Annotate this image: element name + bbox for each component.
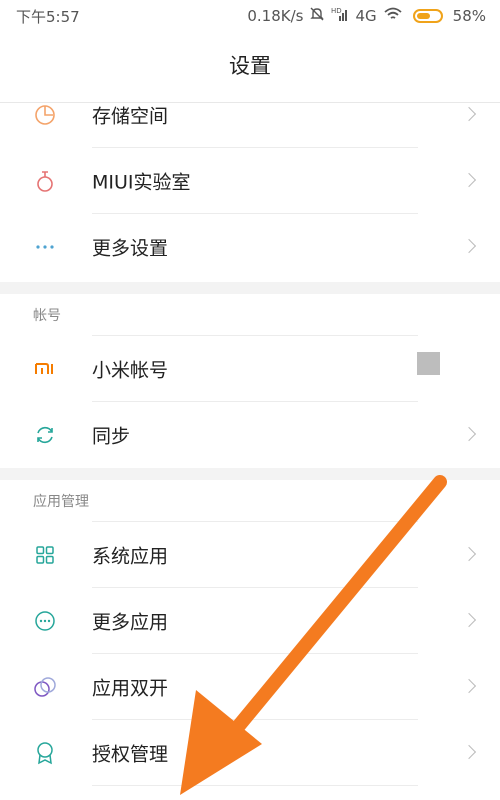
section-title: 应用管理 xyxy=(33,494,89,510)
sync-icon xyxy=(33,423,57,447)
chevron-right-icon xyxy=(461,172,477,188)
network-type: 4G xyxy=(355,7,377,25)
list-item-label: 小米帐号 xyxy=(92,359,169,382)
battery-fill xyxy=(416,13,430,19)
storage-pie-icon xyxy=(33,103,57,127)
list-item-label: 同步 xyxy=(92,425,131,448)
settings-screen: 下午5:57 0.18K/s HD 4G 58% 设置 存储空间 MIUI实验室… xyxy=(0,0,500,800)
section-gap xyxy=(0,468,500,480)
section-title: 帐号 xyxy=(33,308,61,324)
status-bar: 下午5:57 0.18K/s HD 4G 58% xyxy=(0,0,500,30)
chevron-right-icon xyxy=(461,612,477,628)
list-item-more-apps[interactable]: 更多应用 xyxy=(0,588,500,654)
status-time: 下午5:57 xyxy=(16,8,80,26)
list-item-label: 系统应用 xyxy=(92,545,169,568)
svg-text:HD: HD xyxy=(331,7,342,15)
dual-circles-icon xyxy=(33,675,57,699)
redaction-box xyxy=(417,352,440,375)
network-speed: 0.18K/s xyxy=(247,7,304,25)
list-item-dual-apps[interactable]: 应用双开 xyxy=(0,654,500,720)
list-item-label: MIUI实验室 xyxy=(92,171,191,194)
list-item-sync[interactable]: 同步 xyxy=(0,402,500,468)
section-gap xyxy=(0,282,500,294)
status-right: 0.18K/s HD 4G 58% xyxy=(247,6,486,26)
list-item-label: 更多设置 xyxy=(92,237,169,260)
section-header-account: 帐号 xyxy=(0,294,500,336)
flask-icon xyxy=(33,169,57,193)
battery-percent: 58% xyxy=(452,7,486,25)
list-item-label: 存储空间 xyxy=(92,105,169,128)
chevron-right-icon xyxy=(461,678,477,694)
list-item-label: 授权管理 xyxy=(92,743,169,766)
chevron-right-icon xyxy=(461,106,477,122)
list-item-more-settings[interactable]: 更多设置 xyxy=(0,214,500,280)
chevron-right-icon xyxy=(461,238,477,254)
chevron-right-icon xyxy=(461,426,477,442)
list-item-label: 更多应用 xyxy=(92,611,169,634)
more-dots-icon xyxy=(33,235,57,259)
mi-logo-icon xyxy=(33,357,57,381)
more-circle-icon xyxy=(33,609,57,633)
list-item-label: 应用双开 xyxy=(92,677,169,700)
divider xyxy=(92,785,418,786)
list-item-miui-lab[interactable]: MIUI实验室 xyxy=(0,148,500,214)
list-item-permissions[interactable]: 授权管理 xyxy=(0,720,500,786)
page-title: 设置 xyxy=(229,54,271,78)
chevron-right-icon xyxy=(461,744,477,760)
chevron-right-icon xyxy=(461,546,477,562)
hd-signal-icon: HD xyxy=(331,6,349,26)
battery-icon xyxy=(412,9,443,23)
mute-bell-icon xyxy=(309,6,325,26)
section-header-apps: 应用管理 xyxy=(0,480,500,522)
list-item-storage[interactable]: 存储空间 xyxy=(0,82,500,148)
wifi-icon xyxy=(383,6,403,26)
list-item-system-apps[interactable]: 系统应用 xyxy=(0,522,500,588)
grid-apps-icon xyxy=(33,543,57,567)
badge-icon xyxy=(33,741,57,765)
